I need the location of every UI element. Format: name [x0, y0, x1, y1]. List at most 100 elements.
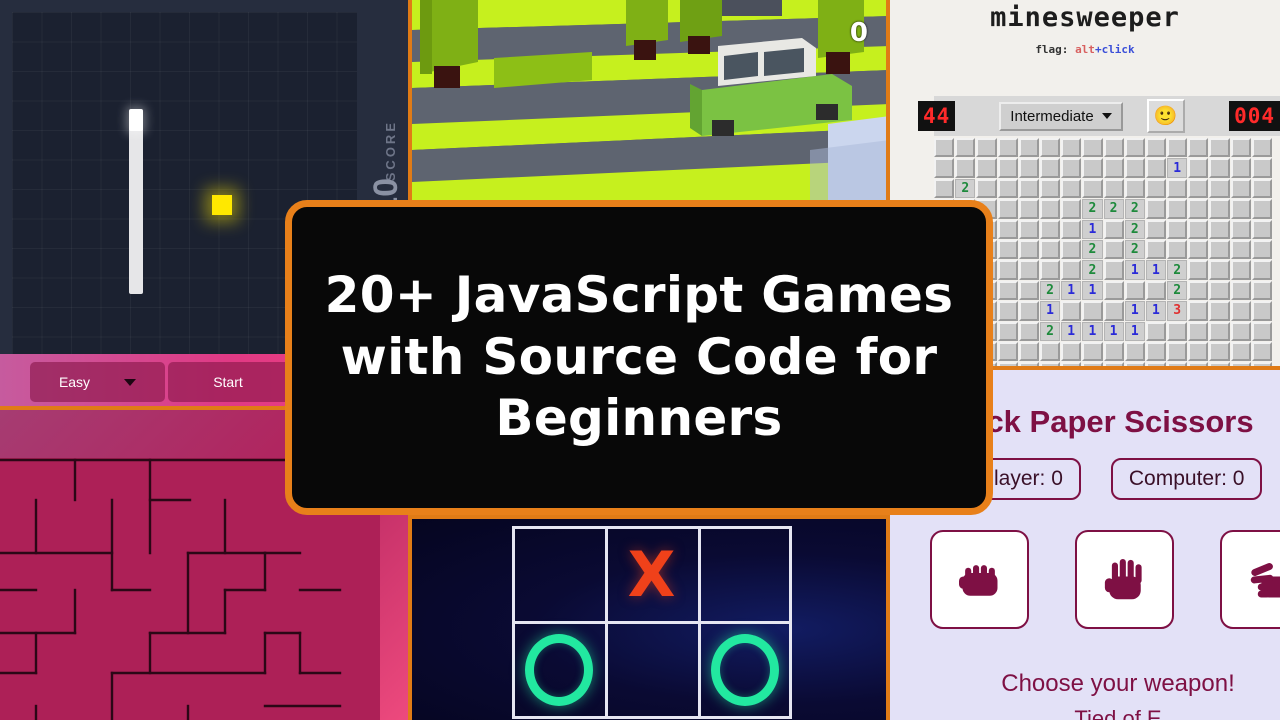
minesweeper-cell[interactable]: [1251, 158, 1272, 178]
rps-rock-button[interactable]: [930, 530, 1029, 629]
minesweeper-cell[interactable]: [1082, 138, 1103, 158]
minesweeper-cell[interactable]: 1: [1124, 321, 1145, 341]
minesweeper-cell[interactable]: [1018, 260, 1039, 280]
tic-tac-toe-cell[interactable]: [698, 623, 791, 716]
minesweeper-cell[interactable]: [1209, 239, 1230, 260]
minesweeper-cell[interactable]: [1018, 219, 1039, 239]
minesweeper-cell[interactable]: [1230, 341, 1251, 362]
minesweeper-cell[interactable]: [1251, 199, 1272, 219]
minesweeper-cell[interactable]: [1188, 138, 1209, 158]
minesweeper-cell[interactable]: [1082, 341, 1103, 362]
minesweeper-cell[interactable]: [1124, 138, 1145, 158]
tic-tac-toe-cell[interactable]: [698, 528, 791, 621]
minesweeper-cell[interactable]: [1103, 239, 1124, 260]
minesweeper-cell[interactable]: 1: [1082, 280, 1103, 301]
minesweeper-cell[interactable]: [1230, 260, 1251, 280]
minesweeper-cell[interactable]: [1167, 321, 1188, 341]
minesweeper-cell[interactable]: [1018, 239, 1039, 260]
minesweeper-cell[interactable]: [1103, 178, 1124, 199]
minesweeper-cell[interactable]: 1: [1061, 280, 1082, 301]
minesweeper-cell[interactable]: [1145, 280, 1167, 301]
minesweeper-cell[interactable]: [1209, 260, 1230, 280]
minesweeper-cell[interactable]: [1209, 138, 1230, 158]
minesweeper-cell[interactable]: [997, 321, 1018, 341]
minesweeper-cell[interactable]: [1039, 138, 1061, 158]
minesweeper-cell[interactable]: [1082, 178, 1103, 199]
minesweeper-cell[interactable]: [1209, 199, 1230, 219]
minesweeper-cell[interactable]: [997, 280, 1018, 301]
minesweeper-cell[interactable]: [1061, 138, 1082, 158]
minesweeper-cell[interactable]: [1251, 138, 1272, 158]
minesweeper-cell[interactable]: [1145, 219, 1167, 239]
minesweeper-cell[interactable]: [1145, 158, 1167, 178]
minesweeper-cell[interactable]: 1: [1145, 260, 1167, 280]
minesweeper-cell[interactable]: [997, 178, 1018, 199]
minesweeper-cell[interactable]: [1251, 341, 1272, 362]
snake-difficulty-select[interactable]: Easy: [30, 362, 165, 402]
minesweeper-cell[interactable]: [1167, 219, 1188, 239]
minesweeper-cell[interactable]: [1103, 219, 1124, 239]
minesweeper-cell[interactable]: [1124, 280, 1145, 301]
minesweeper-cell[interactable]: [997, 301, 1018, 321]
minesweeper-cell[interactable]: [997, 260, 1018, 280]
minesweeper-cell[interactable]: [1061, 301, 1082, 321]
minesweeper-cell[interactable]: 2: [1103, 199, 1124, 219]
minesweeper-cell[interactable]: [1209, 321, 1230, 341]
minesweeper-cell[interactable]: [1103, 341, 1124, 362]
minesweeper-cell[interactable]: [1145, 239, 1167, 260]
minesweeper-cell[interactable]: [1061, 199, 1082, 219]
minesweeper-reset-face-button[interactable]: 🙂: [1146, 99, 1185, 133]
minesweeper-cell[interactable]: [1145, 321, 1167, 341]
rps-paper-button[interactable]: [1075, 530, 1174, 629]
minesweeper-cell[interactable]: [1103, 280, 1124, 301]
minesweeper-cell[interactable]: [1082, 301, 1103, 321]
minesweeper-cell[interactable]: [1209, 178, 1230, 199]
minesweeper-cell[interactable]: 2: [1124, 199, 1145, 219]
minesweeper-cell[interactable]: [997, 341, 1018, 362]
minesweeper-cell[interactable]: [1103, 138, 1124, 158]
rps-computer-score[interactable]: Computer: 0: [1110, 458, 1263, 500]
minesweeper-cell[interactable]: [997, 138, 1018, 158]
minesweeper-cell[interactable]: [1188, 239, 1209, 260]
minesweeper-cell[interactable]: [1230, 321, 1251, 341]
minesweeper-cell[interactable]: [1039, 178, 1061, 199]
minesweeper-cell[interactable]: [1209, 219, 1230, 239]
minesweeper-cell[interactable]: [1230, 158, 1251, 178]
minesweeper-cell[interactable]: [976, 138, 997, 158]
rps-scissors-button[interactable]: [1220, 530, 1280, 629]
minesweeper-cell[interactable]: [1209, 341, 1230, 362]
minesweeper-cell[interactable]: [1251, 301, 1272, 321]
minesweeper-cell[interactable]: [934, 138, 955, 158]
minesweeper-cell[interactable]: [1018, 341, 1039, 362]
minesweeper-cell[interactable]: [1082, 158, 1103, 178]
minesweeper-cell[interactable]: [997, 219, 1018, 239]
minesweeper-cell[interactable]: [1251, 239, 1272, 260]
minesweeper-cell[interactable]: [1230, 219, 1251, 239]
minesweeper-cell[interactable]: [1209, 280, 1230, 301]
minesweeper-cell[interactable]: [1188, 280, 1209, 301]
minesweeper-cell[interactable]: [1061, 158, 1082, 178]
minesweeper-cell[interactable]: 1: [1082, 321, 1103, 341]
minesweeper-cell[interactable]: [1103, 158, 1124, 178]
minesweeper-cell[interactable]: [1145, 138, 1167, 158]
minesweeper-cell[interactable]: [1039, 158, 1061, 178]
minesweeper-cell[interactable]: 2: [955, 178, 976, 199]
minesweeper-cell[interactable]: 2: [1039, 280, 1061, 301]
minesweeper-cell[interactable]: [934, 158, 955, 178]
minesweeper-cell[interactable]: [1061, 260, 1082, 280]
minesweeper-cell[interactable]: [1251, 219, 1272, 239]
minesweeper-cell[interactable]: [934, 178, 955, 199]
minesweeper-cell[interactable]: [1167, 341, 1188, 362]
minesweeper-cell[interactable]: [997, 158, 1018, 178]
tic-tac-toe-cell[interactable]: [512, 623, 605, 716]
minesweeper-cell[interactable]: [1251, 178, 1272, 199]
minesweeper-cell[interactable]: [1251, 321, 1272, 341]
minesweeper-cell[interactable]: [1061, 239, 1082, 260]
minesweeper-cell[interactable]: [1018, 321, 1039, 341]
minesweeper-cell[interactable]: [1209, 301, 1230, 321]
tic-tac-toe-cell[interactable]: [605, 623, 698, 716]
minesweeper-cell[interactable]: [1188, 219, 1209, 239]
minesweeper-cell[interactable]: 2: [1039, 321, 1061, 341]
minesweeper-cell[interactable]: [1167, 239, 1188, 260]
minesweeper-cell[interactable]: [976, 158, 997, 178]
